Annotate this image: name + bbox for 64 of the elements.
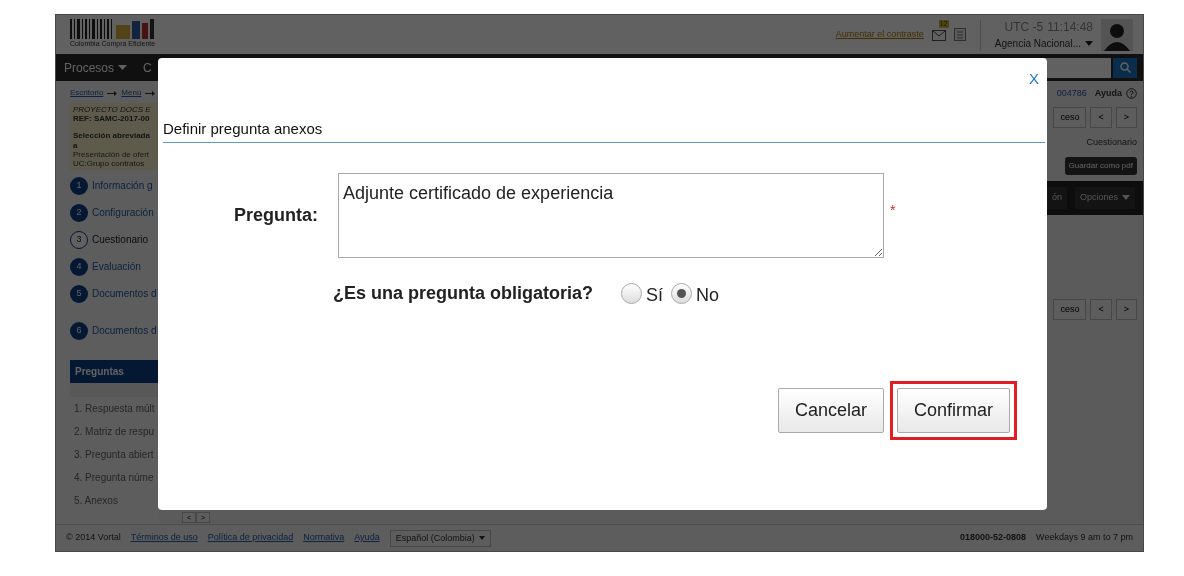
caret-down-icon (478, 536, 485, 540)
radio-option[interactable]: Sí (621, 282, 664, 304)
caret-down-icon (118, 65, 128, 70)
breadcrumb-link[interactable]: Escritorio (70, 87, 104, 99)
step-item[interactable]: 2 Configuración (70, 199, 159, 227)
dialog-title: Definir pregunta anexos (163, 118, 1045, 143)
nav-menu-item[interactable]: C (135, 58, 160, 77)
close-button[interactable]: X (1029, 68, 1039, 91)
arrow-right-icon (107, 90, 118, 96)
mandatory-question-label: ¿Es una pregunta obligatoria? (333, 281, 593, 305)
required-asterisk: * (890, 200, 896, 220)
step-item[interactable]: 5 Documentos d (70, 280, 159, 308)
step-item[interactable]: 3 Cuestionario (70, 226, 159, 254)
step-number: 4 (70, 257, 88, 276)
footer-link[interactable]: Política de privacidad (207, 531, 294, 545)
mail-icon (931, 29, 946, 41)
question-textarea[interactable]: Adjunte certificado de experiencia (338, 172, 884, 258)
step-number: 5 (70, 284, 88, 303)
question-label: Pregunta: (233, 203, 318, 227)
cancel-button[interactable]: Cancelar (777, 387, 884, 433)
footer-link[interactable]: Términos de uso (130, 531, 198, 545)
pager-button[interactable]: > (1115, 106, 1137, 128)
nav-menu-item[interactable]: Procesos (56, 58, 136, 77)
reference-link[interactable]: 004786 (1056, 87, 1087, 101)
step-number: 3 (70, 230, 88, 249)
phone-number: 018000-52-0808 (960, 531, 1027, 545)
radio-button[interactable] (621, 283, 642, 304)
contrast-link[interactable]: Aumentar el contraste (835, 27, 924, 42)
section-title: Cuestionario (1086, 135, 1137, 149)
radio-option[interactable]: No (671, 282, 720, 304)
service-hours: Weekdays 9 am to 7 pm (1036, 531, 1133, 545)
help-icon (1126, 88, 1137, 100)
process-button[interactable]: ceso (1053, 106, 1087, 128)
process-button[interactable]: ceso (1053, 298, 1087, 320)
pager-button[interactable]: < (1090, 298, 1112, 320)
process-title: PROYECTO DOCS E (73, 105, 152, 115)
footer-link[interactable]: Normativa (303, 531, 345, 545)
avatar-silhouette-icon (1101, 18, 1133, 51)
step-item[interactable]: 4 Evaluación (70, 253, 159, 281)
step-item[interactable]: 1 Información g (70, 172, 159, 200)
pager-button[interactable]: < (1090, 106, 1112, 128)
confirm-button[interactable]: Confirmar (897, 387, 1010, 433)
process-unit: UC:Grupo contratos (73, 158, 146, 169)
caret-down-icon (1122, 195, 1130, 201)
process-type: Selección abreviada (73, 131, 151, 141)
search-icon (1119, 62, 1131, 73)
search-button[interactable] (1113, 57, 1137, 78)
pager-button[interactable]: > (1115, 298, 1137, 320)
process-type-continued: a (73, 140, 79, 150)
arrow-right-icon (145, 90, 156, 96)
copyright-text: © 2014 Vortal (66, 531, 121, 545)
document-icon (953, 28, 966, 41)
agency-name[interactable]: Agencia Nacional... (994, 36, 1081, 51)
step-number: 2 (70, 203, 88, 222)
step-number: 6 (70, 321, 88, 340)
footer-link[interactable]: Ayuda (354, 531, 380, 545)
step-number: 1 (70, 176, 88, 195)
process-reference: REF: SAMC-2017-00 (73, 114, 151, 124)
radio-button[interactable] (671, 283, 693, 304)
caret-down-icon (1085, 41, 1093, 46)
breadcrumb-link[interactable]: Menú (121, 87, 142, 99)
step-item[interactable]: 6 Documentos d (70, 317, 159, 345)
help-link[interactable]: Ayuda (1094, 87, 1122, 101)
language-select[interactable]: Español (Colombia) (389, 529, 491, 547)
